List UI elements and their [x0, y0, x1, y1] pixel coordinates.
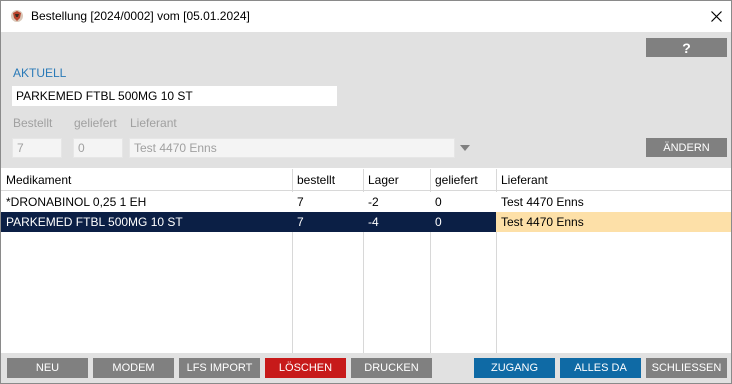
cell-medikament: *DRONABINOL 0,25 1 EH — [6, 195, 147, 209]
cell-bestellt: 7 — [297, 195, 304, 209]
close-dialog-button[interactable]: SCHLIESSEN — [646, 358, 727, 378]
lfs-import-button[interactable]: LFS IMPORT — [179, 358, 260, 378]
table-row-selected[interactable]: PARKEMED FTBL 500MG 10 ST 7 -4 0 Test 44… — [1, 212, 731, 232]
help-button[interactable]: ? — [646, 38, 727, 57]
ordered-field[interactable]: 7 — [12, 138, 62, 158]
column-header-lieferant[interactable]: Lieferant — [496, 169, 731, 190]
cell-lieferant: Test 4470 Enns — [501, 195, 584, 209]
current-product-field[interactable]: PARKEMED FTBL 500MG 10 ST — [12, 86, 337, 106]
receipt-button[interactable]: ZUGANG — [474, 358, 555, 378]
cell-bestellt: 7 — [297, 215, 304, 229]
chevron-down-icon[interactable] — [460, 145, 470, 151]
button-bar: NEU MODEM LFS IMPORT LÖSCHEN DRUCKEN ZUG… — [1, 353, 731, 383]
column-header-lager[interactable]: Lager — [363, 169, 430, 190]
section-label: AKTUELL — [13, 66, 67, 80]
all-delivered-button[interactable]: ALLES DA — [560, 358, 641, 378]
delete-button[interactable]: LÖSCHEN — [265, 358, 346, 378]
column-header-geliefert[interactable]: geliefert — [430, 169, 496, 190]
new-button[interactable]: NEU — [7, 358, 88, 378]
app-logo-icon — [10, 9, 24, 23]
window-title: Bestellung [2024/0002] vom [05.01.2024] — [31, 9, 250, 23]
table-row[interactable]: *DRONABINOL 0,25 1 EH 7 -2 0 Test 4470 E… — [1, 192, 731, 212]
modem-button[interactable]: MODEM — [93, 358, 174, 378]
cell-geliefert: 0 — [435, 215, 442, 229]
close-icon — [710, 11, 722, 22]
supplier-label: Lieferant — [130, 116, 177, 130]
title-bar: Bestellung [2024/0002] vom [05.01.2024] — [1, 1, 731, 32]
close-button[interactable] — [701, 1, 731, 32]
cell-lager: -4 — [368, 215, 379, 229]
form-panel: ? AKTUELL PARKEMED FTBL 500MG 10 ST Best… — [1, 32, 731, 168]
cell-geliefert: 0 — [435, 195, 442, 209]
print-button[interactable]: DRUCKEN — [351, 358, 432, 378]
delivered-label: geliefert — [74, 116, 117, 130]
column-header-bestellt[interactable]: bestellt — [292, 169, 363, 190]
ordered-label: Bestellt — [13, 116, 53, 130]
table-header: Medikament bestellt Lager geliefert Lief… — [1, 169, 731, 191]
cell-lieferant: Test 4470 Enns — [496, 212, 731, 232]
order-table: Medikament bestellt Lager geliefert Lief… — [1, 169, 731, 353]
order-window: Bestellung [2024/0002] vom [05.01.2024] … — [0, 0, 732, 384]
supplier-select[interactable]: Test 4470 Enns — [129, 138, 455, 158]
cell-lager: -2 — [368, 195, 379, 209]
column-header-medikament[interactable]: Medikament — [1, 169, 292, 190]
delivered-field[interactable]: 0 — [73, 138, 123, 158]
change-button[interactable]: ÄNDERN — [646, 138, 727, 157]
cell-medikament: PARKEMED FTBL 500MG 10 ST — [6, 215, 183, 229]
